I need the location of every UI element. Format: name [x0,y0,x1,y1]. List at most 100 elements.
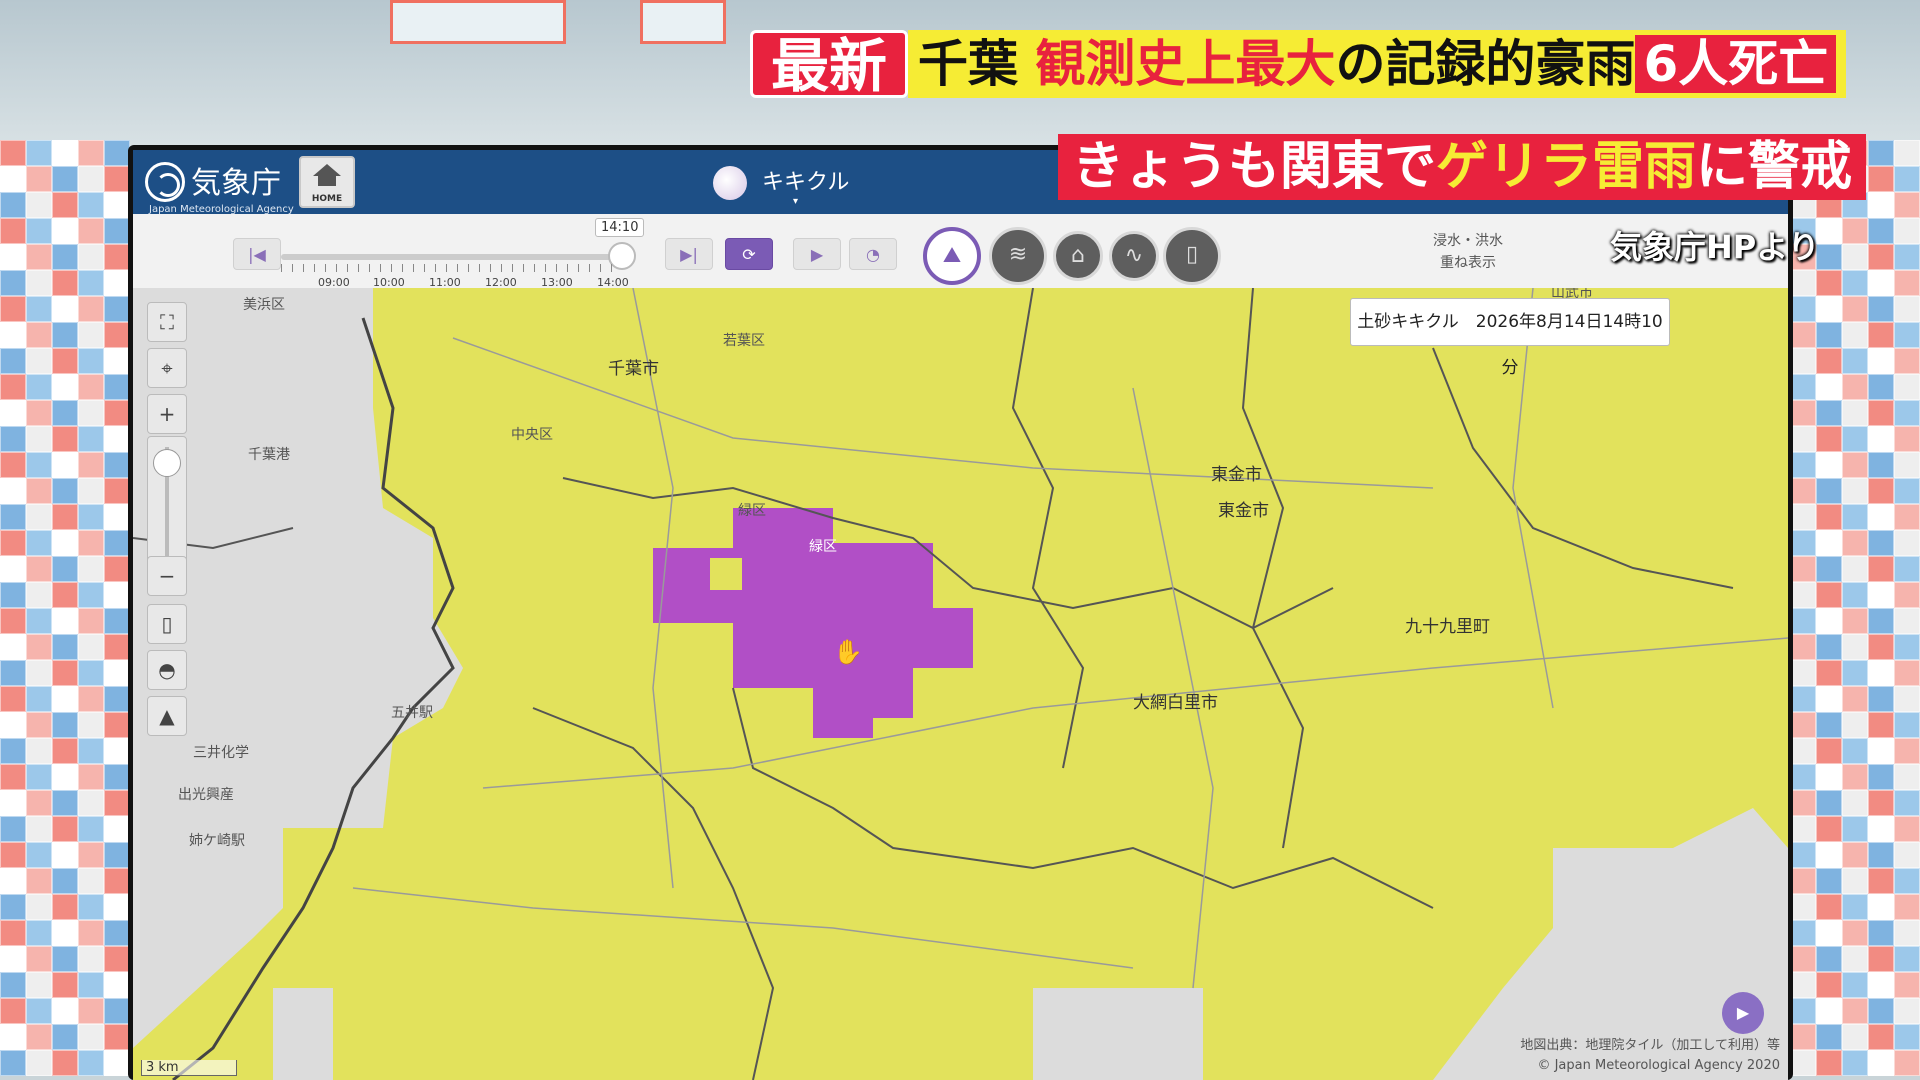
decor-tile [26,166,52,192]
decor-tile [1894,608,1920,634]
map-label-chuo: 中央区 [511,427,553,443]
layer-inundation-button[interactable]: ⌂ [1053,231,1103,281]
decor-tile [1816,478,1842,504]
decor-tile [1790,556,1816,582]
decor-tile [1842,764,1868,790]
refresh-button[interactable]: ⟳ [725,238,773,270]
water-layer-button[interactable]: ◓ [147,650,187,690]
jma-name: 気象庁 [191,166,281,201]
hole-in-danger-area [710,558,742,590]
decor-tile [104,1024,130,1050]
speed-button[interactable]: ◔ [849,238,897,270]
decor-tile [1842,790,1868,816]
decor-tile [26,296,52,322]
home-button[interactable]: HOME [299,156,355,208]
decor-tile [1790,764,1816,790]
decor-tile [1894,816,1920,842]
decor-tile [52,478,78,504]
decor-tile [78,166,104,192]
decor-tile [52,296,78,322]
decor-tile [52,166,78,192]
decor-tile [1842,608,1868,634]
headline-red: 観測史上最大 [1035,35,1336,93]
layer-flood-button[interactable]: ≋ [989,227,1047,285]
location-button[interactable]: ⌖ [147,348,187,388]
decor-tile [0,452,26,478]
decor-tile [1894,166,1920,192]
decor-tile [52,400,78,426]
decor-tile [1868,868,1894,894]
source-credit: 気象庁HPより [1610,228,1820,266]
play-button[interactable]: ▶ [793,238,841,270]
decor-tile [104,998,130,1024]
decor-tile [1868,400,1894,426]
decor-tile [0,296,26,322]
decor-tile [1842,998,1868,1024]
headline-text: 千葉 観測史上最大の記録的豪雨 6人死亡 [908,30,1847,98]
overlay-toggle[interactable]: 浸水・洪水 重ね表示 [1433,230,1503,274]
decor-tile [104,400,130,426]
map-label-oamishirasato: 大網白里市 [1133,693,1218,713]
legend-button[interactable]: ▶ [1722,992,1764,1034]
decor-tile [1868,764,1894,790]
inundation-icon: ⌂ [1071,243,1085,268]
decor-tile [1868,712,1894,738]
decor-tile [104,166,130,192]
decor-tile [1790,972,1816,998]
decor-tile [1816,634,1842,660]
skip-end-icon: ▶| [680,245,698,264]
decor-tile [104,140,130,166]
decor-tile [0,504,26,530]
zoom-out-button[interactable]: − [147,556,187,596]
decor-tile [104,920,130,946]
zoom-out-icon: − [158,564,176,588]
decor-tile [1894,426,1920,452]
decor-tile [52,660,78,686]
map-label-midori-2: 緑区 [809,539,837,555]
decor-tile [52,1050,78,1076]
layer-map-button[interactable]: ▯ [1163,227,1221,285]
decor-tile [104,660,130,686]
decor-tile [78,608,104,634]
decor-tile [26,400,52,426]
decor-tile [52,634,78,660]
decor-tile [1790,1050,1816,1076]
decor-tile [1868,660,1894,686]
decor-tile [78,738,104,764]
decor-tile [52,322,78,348]
decor-tile [104,738,130,764]
skip-end-button[interactable]: ▶| [665,238,713,270]
decor-tile [78,452,104,478]
headline-part1: 千葉 [918,35,1019,93]
zoom-in-button[interactable]: + [147,394,187,434]
decor-tile [1816,868,1842,894]
fullscreen-button[interactable]: ⛶ [147,302,187,342]
warning-map[interactable]: 美浜区 千葉市 若葉区 中央区 千葉港 緑区 緑区 東金市 東金市 大網白里市 … [133,288,1788,1080]
decor-tile [78,192,104,218]
map-label-idemitsu: 出光興産 [178,787,234,803]
zoom-slider-knob[interactable] [153,449,181,477]
decor-tile [1816,686,1842,712]
decor-tile [1816,1050,1842,1076]
kikikuru-menu[interactable]: キキクル ▾ [713,164,849,207]
decor-tile [1868,504,1894,530]
decor-tile [78,764,104,790]
skip-start-button[interactable]: |◀ [233,238,281,270]
map-label-togane: 東金市 [1211,465,1262,485]
layer-landslide-button[interactable]: ⛰ [923,227,981,285]
map-label-kujukuri: 九十九里町 [1405,617,1490,637]
decor-tile [1816,504,1842,530]
zoom-in-icon: + [158,402,176,426]
decor-tile [1816,712,1842,738]
time-slider[interactable] [281,254,621,260]
decor-tile [1816,764,1842,790]
basemap-button[interactable]: ▯ [147,604,187,644]
decor-tile [52,426,78,452]
current-time: 14:10 [595,218,645,237]
decor-tile [1894,894,1920,920]
decor-tile [1816,348,1842,374]
layer-river-button[interactable]: ∿ [1109,231,1159,281]
terrain-button[interactable]: ▲ [147,696,187,736]
decor-tile [26,946,52,972]
decor-tile [1816,790,1842,816]
